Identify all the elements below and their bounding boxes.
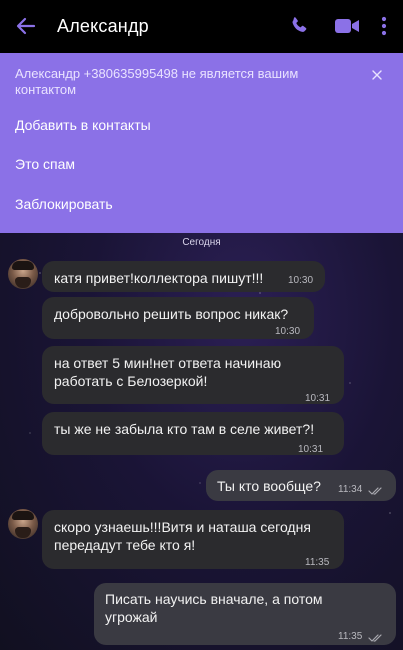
top-app-bar: Александр: [0, 0, 403, 53]
message-time: 10:31: [298, 444, 324, 455]
message-bubble[interactable]: добровольно решить вопрос никак? 10:30: [42, 297, 314, 339]
message-text: на ответ 5 мин!нет ответа начинаю работа…: [54, 355, 282, 389]
message-time: 10:30: [288, 275, 314, 286]
message-text: Писать научись вначале, а потом угрожай: [105, 591, 323, 625]
message-bubble[interactable]: скоро узнаешь!!!Витя и наташа сегодня пе…: [42, 510, 344, 569]
date-separator: Сегодня: [182, 237, 221, 248]
message-time: 10:31: [305, 393, 331, 404]
read-checkmarks-icon: [368, 629, 384, 642]
message-time: 11:34: [338, 484, 363, 495]
avatar[interactable]: [8, 259, 38, 289]
message-text: катя привет!коллектора пишут!!!: [54, 270, 264, 286]
message-bubble[interactable]: катя привет!коллектора пишут!!! 10:30: [42, 261, 325, 292]
message-text: скоро узнаешь!!!Витя и наташа сегодня пе…: [54, 519, 311, 553]
more-vertical-icon[interactable]: [378, 15, 390, 37]
report-spam-button[interactable]: Это спам: [15, 156, 75, 172]
message-text: ты же не забыла кто там в селе живет?!: [54, 421, 315, 437]
phone-icon[interactable]: [288, 15, 310, 37]
unknown-contact-notice: Александр +380635995498 не является ваши…: [15, 66, 299, 97]
back-arrow-icon[interactable]: [14, 14, 38, 38]
video-camera-icon[interactable]: [334, 16, 360, 36]
message-bubble-outgoing[interactable]: Ты кто вообще? 11:34: [206, 470, 396, 501]
avatar[interactable]: [8, 509, 38, 539]
message-time: 11:35: [338, 631, 363, 642]
message-text: Ты кто вообще?: [217, 478, 321, 494]
message-time: 10:30: [275, 326, 301, 337]
message-bubble[interactable]: ты же не забыла кто там в селе живет?! 1…: [42, 412, 344, 455]
close-icon[interactable]: [370, 68, 384, 82]
add-to-contacts-button[interactable]: Добавить в контакты: [15, 117, 151, 133]
contact-name-title[interactable]: Александр: [57, 16, 149, 37]
read-checkmarks-icon: [368, 482, 384, 495]
message-bubble[interactable]: на ответ 5 мин!нет ответа начинаю работа…: [42, 346, 344, 404]
message-bubble-outgoing[interactable]: Писать научись вначале, а потом угрожай …: [94, 583, 396, 645]
message-time: 11:35: [305, 557, 330, 568]
unknown-contact-panel: Александр +380635995498 не является ваши…: [0, 53, 403, 233]
message-text: добровольно решить вопрос никак?: [54, 306, 289, 322]
block-button[interactable]: Заблокировать: [15, 196, 113, 212]
